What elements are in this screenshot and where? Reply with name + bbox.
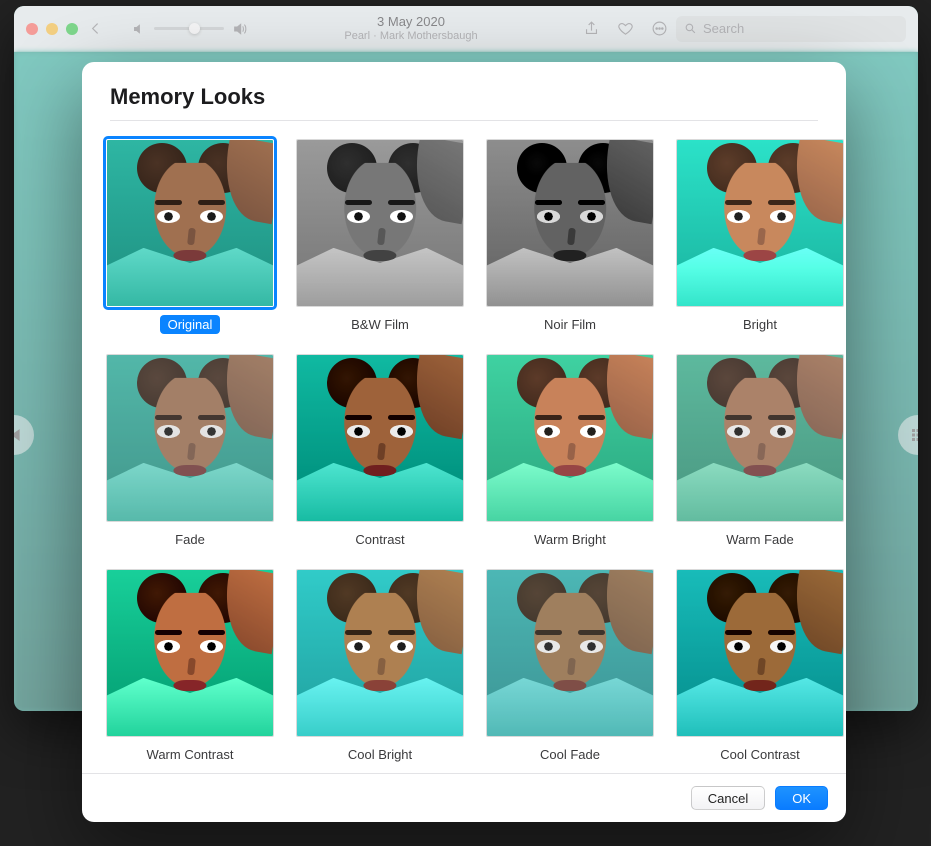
look-label: Cool Bright	[340, 745, 420, 764]
look-label: Contrast	[347, 530, 412, 549]
fullscreen-window-icon[interactable]	[66, 23, 78, 35]
close-window-icon[interactable]	[26, 23, 38, 35]
look-option[interactable]: Warm Fade	[676, 354, 844, 549]
portrait-preview	[677, 570, 843, 736]
look-thumbnail	[486, 569, 654, 737]
look-label: Cool Contrast	[712, 745, 807, 764]
minimize-window-icon[interactable]	[46, 23, 58, 35]
portrait-preview	[107, 355, 273, 521]
look-option[interactable]: B&W Film	[296, 139, 464, 334]
memory-looks-dialog: Memory Looks Original B&W Film Noir Film Br…	[82, 62, 846, 822]
portrait-preview	[487, 570, 653, 736]
look-option[interactable]: Bright	[676, 139, 844, 334]
look-thumbnail	[676, 354, 844, 522]
look-thumbnail	[486, 139, 654, 307]
look-option[interactable]: Noir Film	[486, 139, 654, 334]
back-button[interactable]	[82, 16, 108, 42]
look-thumbnail	[296, 569, 464, 737]
portrait-preview	[107, 140, 273, 306]
look-thumbnail	[486, 354, 654, 522]
look-label: Warm Fade	[718, 530, 801, 549]
titlebar: 3 May 2020 Pearl · Mark Mothersbaugh Sea…	[14, 6, 918, 52]
look-thumbnail	[296, 139, 464, 307]
looks-grid: Original B&W Film Noir Film Bright Fade Contr…	[82, 139, 846, 773]
look-option[interactable]: Cool Bright	[296, 569, 464, 764]
look-option[interactable]: Warm Bright	[486, 354, 654, 549]
look-label: Fade	[167, 530, 213, 549]
chevron-left-icon	[87, 20, 104, 37]
volume-control[interactable]	[132, 21, 248, 37]
ellipsis-circle-icon	[651, 20, 668, 37]
look-option[interactable]: Cool Fade	[486, 569, 654, 764]
favorite-button[interactable]	[612, 16, 638, 42]
look-option[interactable]: Contrast	[296, 354, 464, 549]
look-label: Cool Fade	[532, 745, 608, 764]
heart-icon	[617, 20, 634, 37]
look-label: Noir Film	[536, 315, 604, 334]
look-label: Warm Bright	[526, 530, 614, 549]
portrait-preview	[677, 140, 843, 306]
share-button[interactable]	[578, 16, 604, 42]
portrait-preview	[487, 140, 653, 306]
look-option[interactable]: Cool Contrast	[676, 569, 844, 764]
title-area: 3 May 2020 Pearl · Mark Mothersbaugh	[248, 14, 574, 43]
look-thumbnail	[106, 354, 274, 522]
portrait-preview	[297, 140, 463, 306]
look-label: Bright	[735, 315, 785, 334]
volume-high-icon	[232, 21, 248, 37]
look-thumbnail	[106, 569, 274, 737]
grid-icon	[909, 426, 918, 444]
portrait-preview	[677, 355, 843, 521]
skip-back-icon	[14, 426, 23, 444]
memory-date: 3 May 2020	[248, 14, 574, 30]
look-thumbnail	[296, 354, 464, 522]
look-option[interactable]: Warm Contrast	[106, 569, 274, 764]
ok-button[interactable]: OK	[775, 786, 828, 810]
search-placeholder: Search	[703, 21, 744, 36]
cancel-button[interactable]: Cancel	[691, 786, 765, 810]
look-label: Original	[160, 315, 221, 334]
search-field[interactable]: Search	[676, 16, 906, 42]
more-button[interactable]	[646, 16, 672, 42]
look-label: Warm Contrast	[139, 745, 242, 764]
search-icon	[684, 22, 697, 35]
portrait-preview	[297, 355, 463, 521]
dialog-footer: Cancel OK	[82, 773, 846, 822]
look-thumbnail	[676, 569, 844, 737]
memory-music: Pearl · Mark Mothersbaugh	[248, 30, 574, 43]
look-thumbnail	[676, 139, 844, 307]
look-thumbnail	[106, 139, 274, 307]
look-option[interactable]: Original	[106, 139, 274, 334]
portrait-preview	[487, 355, 653, 521]
share-icon	[583, 20, 600, 37]
dialog-title: Memory Looks	[82, 62, 846, 120]
look-option[interactable]: Fade	[106, 354, 274, 549]
window-controls[interactable]	[26, 23, 78, 35]
portrait-preview	[297, 570, 463, 736]
volume-slider[interactable]	[154, 27, 224, 30]
volume-low-icon	[132, 22, 146, 36]
look-label: B&W Film	[343, 315, 417, 334]
portrait-preview	[107, 570, 273, 736]
divider	[110, 120, 818, 121]
